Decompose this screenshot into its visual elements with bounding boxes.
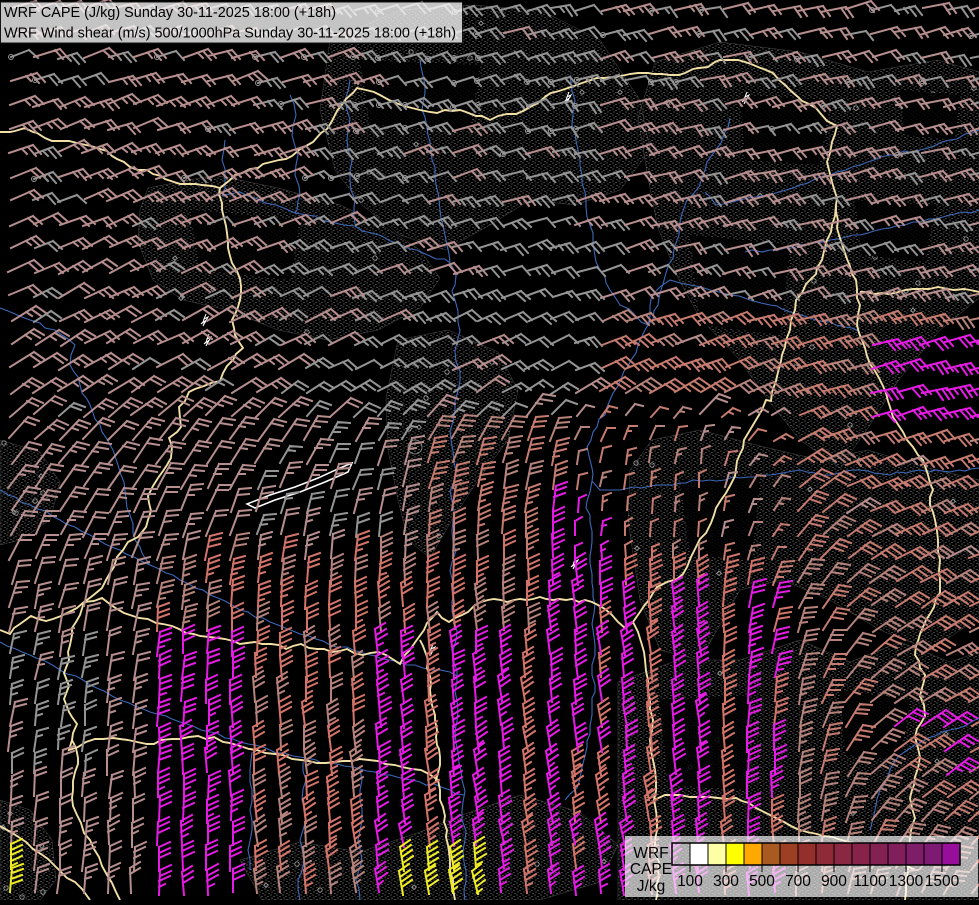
svg-text:100: 100 — [677, 873, 703, 890]
svg-text:WRF: WRF — [633, 845, 668, 862]
svg-text:500: 500 — [749, 873, 775, 890]
svg-text:1500: 1500 — [925, 873, 960, 890]
svg-text:1100: 1100 — [853, 873, 887, 890]
svg-text:WRF Wind shear (m/s) 500/1000h: WRF Wind shear (m/s) 500/1000hPa Sunday … — [4, 24, 456, 41]
svg-text:700: 700 — [785, 873, 811, 890]
svg-text:300: 300 — [713, 873, 739, 890]
svg-text:1300: 1300 — [889, 873, 924, 890]
svg-text:WRF CAPE (J/kg) Sunday 30-11-2: WRF CAPE (J/kg) Sunday 30-11-2025 18:00 … — [4, 4, 336, 21]
svg-text:900: 900 — [821, 873, 847, 890]
svg-text:J/kg: J/kg — [637, 878, 665, 895]
svg-text:CAPE: CAPE — [630, 861, 672, 878]
